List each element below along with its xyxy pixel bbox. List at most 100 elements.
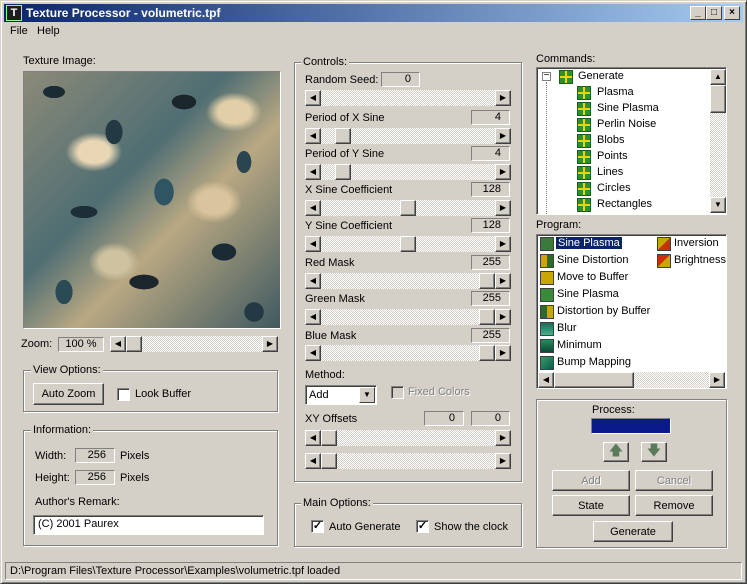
distortion-by-buffer-icon: [540, 305, 554, 319]
tree-item[interactable]: Perlin Noise: [597, 118, 656, 134]
scroll-right-icon[interactable]: ▶: [495, 236, 511, 252]
program-item[interactable]: Distortion by Buffer: [557, 305, 650, 321]
scroll-left-icon[interactable]: ◀: [305, 309, 321, 325]
scroll-left-icon[interactable]: ◀: [305, 90, 321, 106]
x-offset-slider[interactable]: ◀ ▶: [305, 430, 511, 446]
menu-file[interactable]: File: [10, 25, 28, 37]
scroll-left-icon[interactable]: ◀: [305, 236, 321, 252]
period-y-slider[interactable]: ◀ ▶: [305, 164, 511, 180]
program-item[interactable]: Sine Distortion: [557, 254, 629, 270]
program-item-selected[interactable]: Sine Plasma: [555, 236, 623, 253]
program-item[interactable]: Brightness: [674, 254, 726, 270]
scroll-left-icon[interactable]: ◀: [305, 453, 321, 469]
scroll-right-icon[interactable]: ▶: [495, 128, 511, 144]
method-select[interactable]: Add ▼: [305, 385, 377, 405]
program-list[interactable]: Sine Plasma Sine Distortion Move to Buff…: [536, 234, 727, 389]
x-coef-thumb[interactable]: [400, 200, 416, 216]
move-down-button[interactable]: 🡇: [641, 442, 667, 462]
red-mask-slider[interactable]: ◀ ▶: [305, 273, 511, 289]
y-coef-slider[interactable]: ◀ ▶: [305, 236, 511, 252]
commands-tree[interactable]: − Generate Plasma Sine Plasma Perlin Noi…: [536, 67, 727, 215]
program-item[interactable]: Move to Buffer: [557, 271, 628, 287]
commands-scroll-thumb[interactable]: [710, 85, 726, 113]
scroll-right-icon[interactable]: ▶: [495, 430, 511, 446]
random-seed-slider[interactable]: ◀ ▶: [305, 90, 511, 106]
scroll-right-icon[interactable]: ▶: [495, 309, 511, 325]
collapse-icon[interactable]: −: [542, 71, 551, 81]
scroll-right-icon[interactable]: ▶: [709, 372, 725, 388]
program-item[interactable]: Inversion: [674, 237, 719, 253]
green-mask-slider[interactable]: ◀ ▶: [305, 309, 511, 325]
period-x-slider[interactable]: ◀ ▶: [305, 128, 511, 144]
zoom-slider[interactable]: ◀ ▶: [110, 336, 278, 352]
commands-scrollbar[interactable]: ▲ ▼: [710, 69, 726, 213]
scroll-up-icon[interactable]: ▲: [710, 69, 726, 85]
maximize-button[interactable]: □: [706, 6, 722, 20]
scroll-right-icon[interactable]: ▶: [495, 164, 511, 180]
x-offset-thumb[interactable]: [321, 430, 337, 446]
program-scrollbar[interactable]: ◀ ▶: [538, 372, 725, 388]
tree-item[interactable]: Rectangles: [597, 198, 652, 214]
scroll-right-icon[interactable]: ▶: [262, 336, 278, 352]
cancel-button[interactable]: Cancel: [635, 470, 713, 491]
chevron-down-icon[interactable]: ▼: [359, 387, 375, 403]
period-y-thumb[interactable]: [335, 164, 351, 180]
scroll-right-icon[interactable]: ▶: [495, 200, 511, 216]
remark-field[interactable]: (C) 2001 Paurex: [33, 515, 264, 535]
program-scroll-thumb[interactable]: [554, 372, 634, 388]
blue-mask-slider[interactable]: ◀ ▶: [305, 345, 511, 361]
generate-button[interactable]: Generate: [593, 521, 673, 542]
scroll-left-icon[interactable]: ◀: [305, 128, 321, 144]
zoom-thumb[interactable]: [126, 336, 142, 352]
tree-item[interactable]: Plasma: [597, 86, 634, 102]
period-x-thumb[interactable]: [335, 128, 351, 144]
brightness-icon: [657, 254, 671, 268]
scroll-right-icon[interactable]: ▶: [495, 345, 511, 361]
scroll-right-icon[interactable]: ▶: [495, 453, 511, 469]
red-mask-thumb[interactable]: [479, 273, 495, 289]
tree-item[interactable]: Sine Plasma: [597, 102, 659, 118]
program-item[interactable]: Sine Plasma: [557, 288, 619, 304]
program-item[interactable]: Blur: [557, 322, 577, 338]
close-button[interactable]: ×: [724, 6, 740, 20]
sine-plasma-icon: [540, 288, 554, 302]
inversion-icon: [657, 237, 671, 251]
y-coef-thumb[interactable]: [400, 236, 416, 252]
auto-generate-checkbox[interactable]: ✓: [311, 520, 324, 533]
scroll-left-icon[interactable]: ◀: [305, 164, 321, 180]
state-button[interactable]: State: [552, 495, 630, 516]
program-item[interactable]: Bump Mapping: [557, 356, 631, 372]
show-clock-checkbox[interactable]: ✓: [416, 520, 429, 533]
program-label: Program:: [536, 219, 582, 231]
auto-zoom-button[interactable]: Auto Zoom: [33, 383, 104, 405]
scroll-left-icon[interactable]: ◀: [305, 430, 321, 446]
add-button[interactable]: Add: [552, 470, 630, 491]
menu-help[interactable]: Help: [37, 25, 60, 37]
scroll-right-icon[interactable]: ▶: [495, 273, 511, 289]
tree-root-generate[interactable]: Generate: [578, 70, 624, 86]
tree-item[interactable]: Circles: [597, 182, 631, 198]
remove-button[interactable]: Remove: [635, 495, 713, 516]
title-bar[interactable]: T Texture Processor - volumetric.tpf _ □…: [4, 4, 743, 22]
zoom-value: 100 %: [58, 337, 104, 352]
green-mask-thumb[interactable]: [479, 309, 495, 325]
look-buffer-checkbox[interactable]: [117, 388, 130, 401]
method-value: Add: [309, 389, 329, 401]
scroll-down-icon[interactable]: ▼: [710, 197, 726, 213]
scroll-left-icon[interactable]: ◀: [305, 345, 321, 361]
program-item[interactable]: Minimum: [557, 339, 602, 355]
blue-mask-thumb[interactable]: [479, 345, 495, 361]
tree-item[interactable]: Blobs: [597, 134, 625, 150]
minimize-button[interactable]: _: [690, 6, 706, 20]
y-offset-thumb[interactable]: [321, 453, 337, 469]
scroll-left-icon[interactable]: ◀: [538, 372, 554, 388]
y-offset-slider[interactable]: ◀ ▶: [305, 453, 511, 469]
tree-item[interactable]: Points: [597, 150, 628, 166]
x-coef-slider[interactable]: ◀ ▶: [305, 200, 511, 216]
scroll-left-icon[interactable]: ◀: [305, 200, 321, 216]
move-up-button[interactable]: 🡅: [603, 442, 629, 462]
scroll-left-icon[interactable]: ◀: [305, 273, 321, 289]
scroll-left-icon[interactable]: ◀: [110, 336, 126, 352]
tree-item[interactable]: Lines: [597, 166, 623, 182]
scroll-right-icon[interactable]: ▶: [495, 90, 511, 106]
